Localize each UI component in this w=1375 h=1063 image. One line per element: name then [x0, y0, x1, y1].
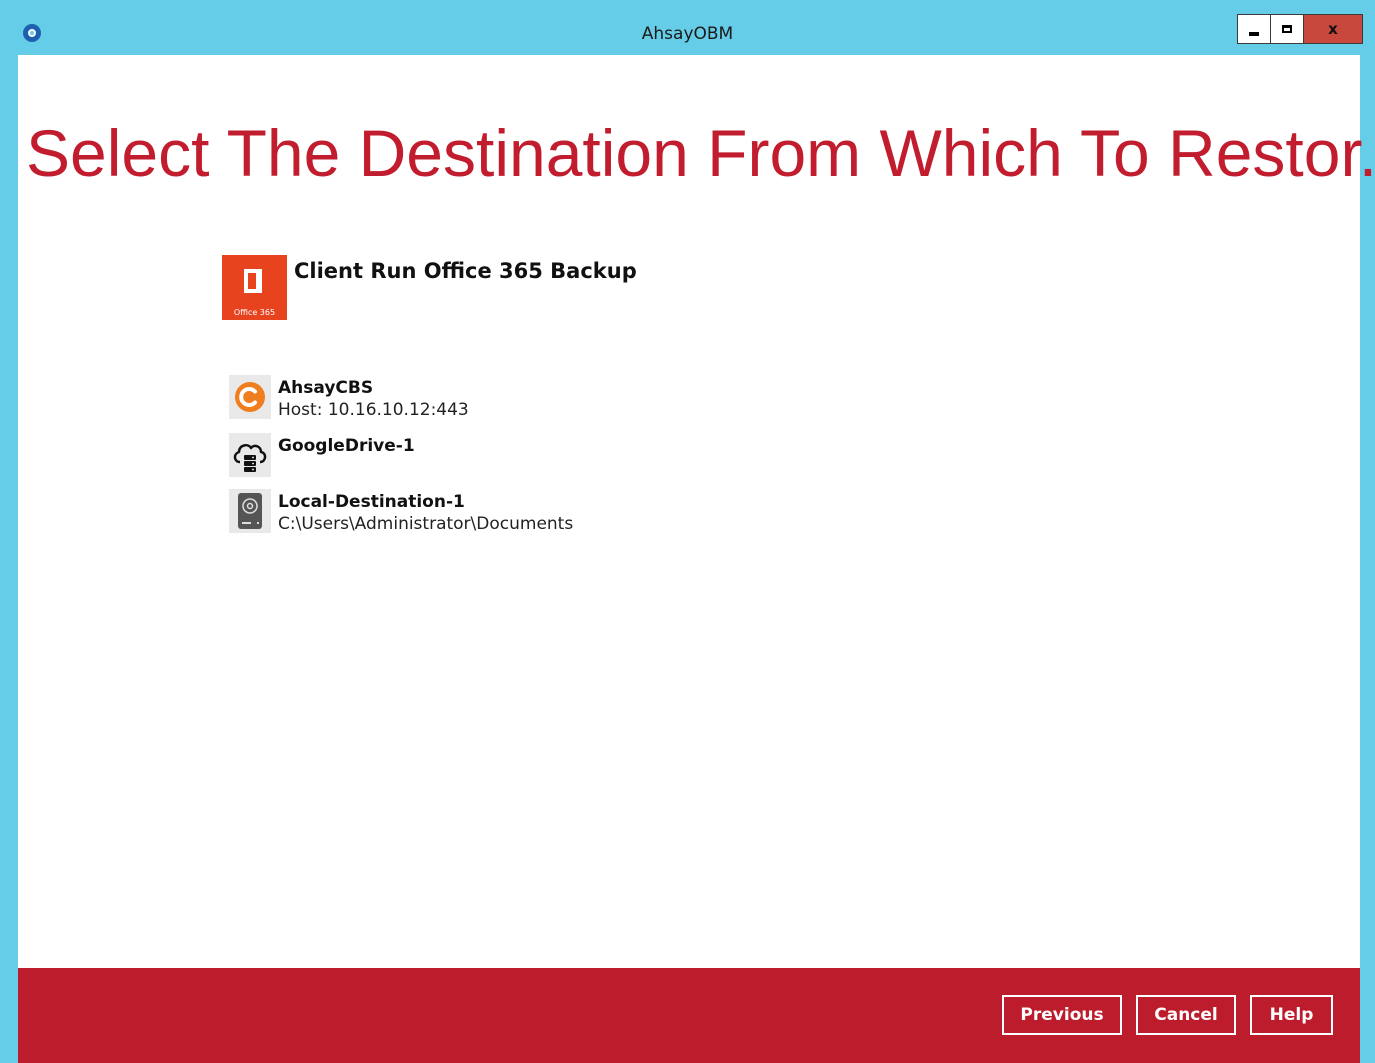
backup-set-header: Office 365 Client Run Office 365 Backup	[222, 255, 637, 320]
office365-icon: Office 365	[222, 255, 287, 320]
page-title: Select The Destination From Which To Res…	[26, 116, 1375, 190]
footer-bar: Previous Cancel Help	[18, 968, 1360, 1063]
destination-name: Local-Destination-1	[278, 492, 465, 512]
backup-set-name: Client Run Office 365 Backup	[294, 259, 637, 283]
hard-drive-icon	[229, 489, 271, 533]
help-button[interactable]: Help	[1250, 995, 1333, 1035]
destination-item-googledrive[interactable]: GoogleDrive-1	[229, 433, 573, 477]
footer-buttons: Previous Cancel Help	[988, 995, 1333, 1035]
destination-item-ahsaycbs[interactable]: AhsayCBS Host: 10.16.10.12:443	[229, 375, 573, 421]
close-button[interactable]: x	[1303, 14, 1363, 44]
cloud-server-icon	[229, 433, 271, 477]
main-content: Select The Destination From Which To Res…	[18, 55, 1375, 968]
destination-detail: Host: 10.16.10.12:443	[278, 400, 469, 420]
close-icon: x	[1328, 20, 1338, 38]
destination-list: AhsayCBS Host: 10.16.10.12:443 GoogleDri…	[229, 375, 573, 547]
destination-detail: C:\Users\Administrator\Documents	[278, 514, 574, 534]
maximize-icon	[1282, 25, 1292, 33]
minimize-button[interactable]	[1237, 14, 1271, 44]
previous-button[interactable]: Previous	[1002, 995, 1122, 1035]
maximize-button[interactable]	[1270, 14, 1304, 44]
destination-name: AhsayCBS	[278, 378, 374, 398]
minimize-icon	[1249, 32, 1259, 36]
cancel-button[interactable]: Cancel	[1136, 995, 1236, 1035]
window-title: AhsayOBM	[641, 24, 734, 44]
destination-item-local[interactable]: Local-Destination-1 C:\Users\Administrat…	[229, 489, 573, 535]
window-controls: x	[1237, 14, 1363, 44]
destination-name: GoogleDrive-1	[278, 436, 415, 456]
office365-icon-caption: Office 365	[233, 308, 276, 317]
ahsaycbs-icon	[229, 375, 271, 419]
app-window: AhsayOBM x Select The Destination From W…	[0, 0, 1375, 1063]
title-bar[interactable]: AhsayOBM x	[0, 0, 1375, 55]
